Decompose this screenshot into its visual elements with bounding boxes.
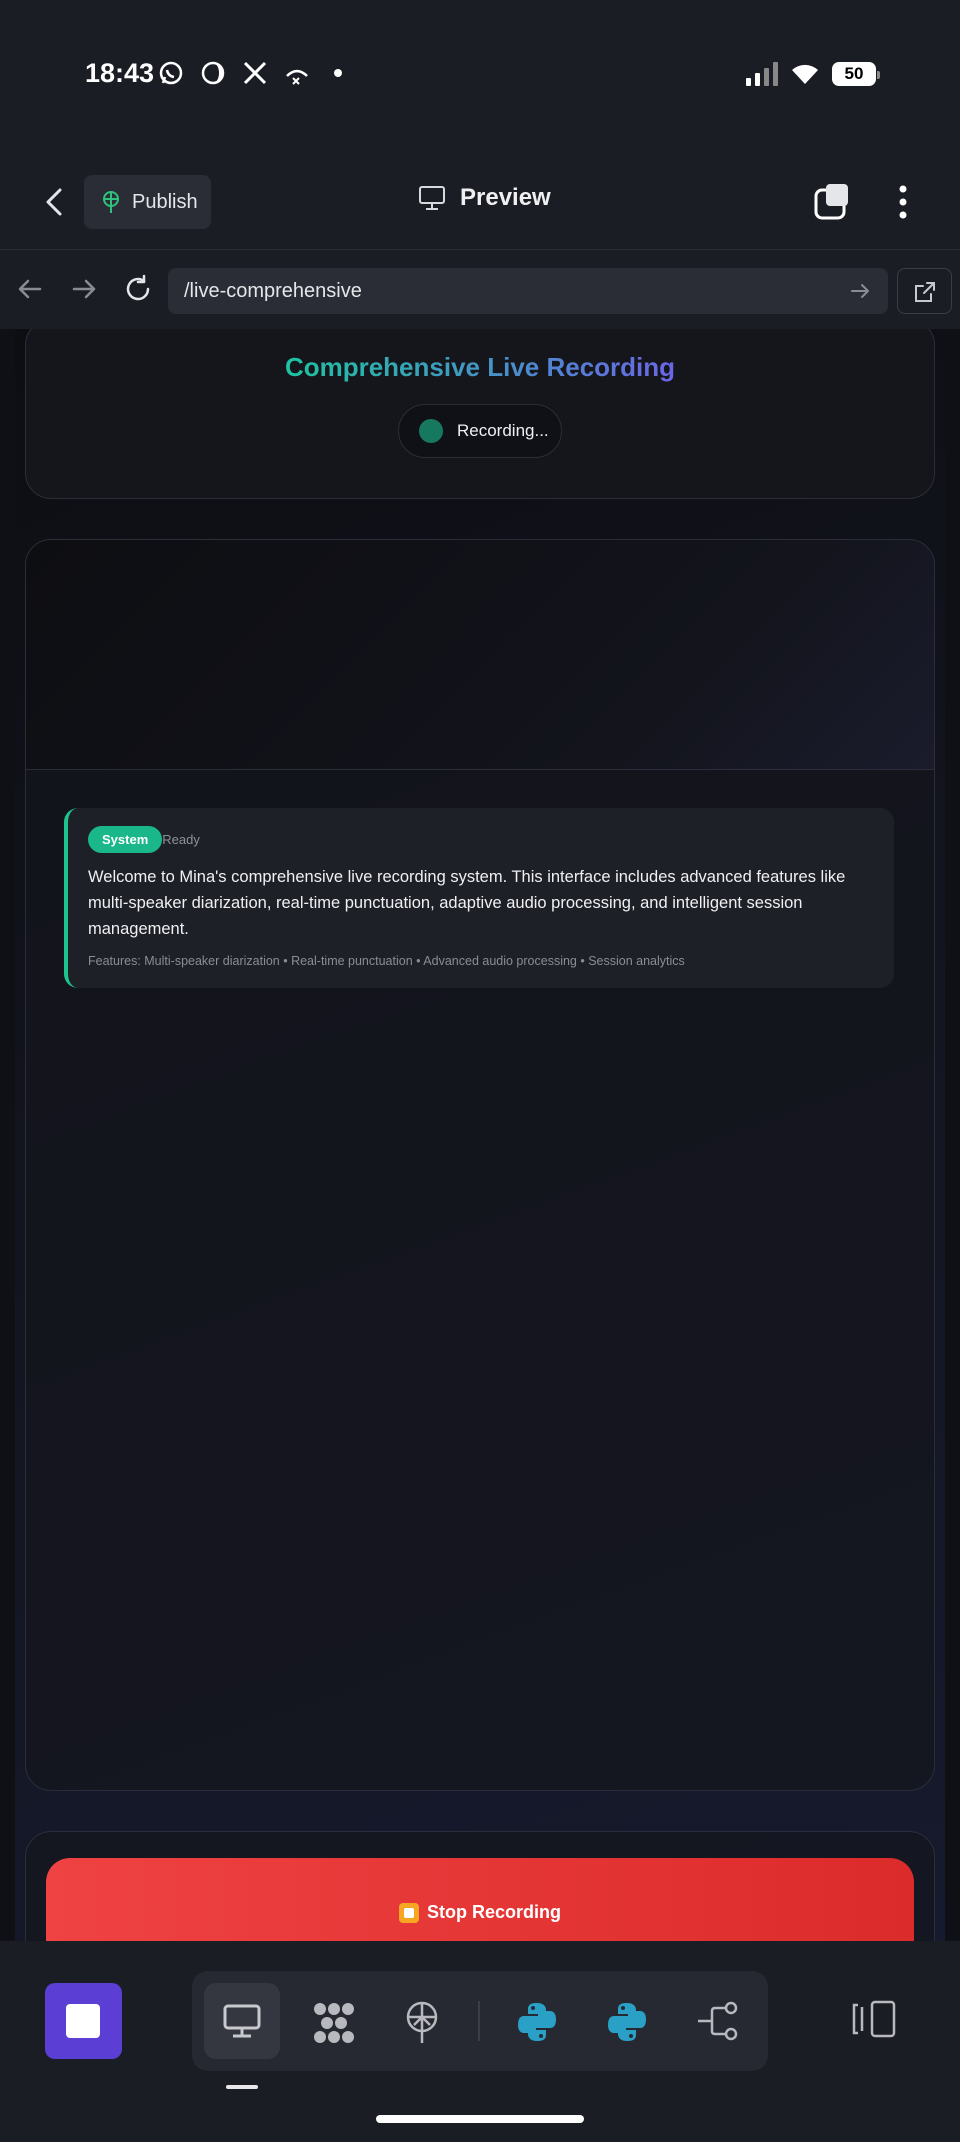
more-notifications-dot <box>334 69 342 77</box>
preview-title[interactable]: Preview <box>418 184 551 212</box>
moon-icon <box>201 61 225 85</box>
stop-icon <box>399 1902 419 1923</box>
whatsapp-icon <box>159 61 183 85</box>
deploy-icon <box>406 2001 438 2043</box>
message-status: Ready <box>162 832 200 847</box>
controls-card: Stop Recording <box>25 1831 935 1941</box>
app-header: Publish Preview <box>0 160 960 250</box>
open-external-button[interactable] <box>897 268 952 314</box>
message-header: System Ready <box>88 826 200 853</box>
transcript-card: System Ready Welcome to Mina's comprehen… <box>25 539 935 1791</box>
home-indicator <box>376 2115 584 2123</box>
audio-visualizer <box>26 540 934 770</box>
wifi-icon <box>792 64 818 84</box>
browser-back-icon[interactable] <box>14 273 46 305</box>
tool-deploy[interactable] <box>384 1983 460 2059</box>
header-card: Comprehensive Live Recording Recording..… <box>25 329 935 499</box>
recording-status-text: Recording... <box>457 421 549 440</box>
desktop-icon <box>223 2004 261 2038</box>
reload-icon[interactable] <box>122 273 154 305</box>
page-container: Comprehensive Live Recording Recording..… <box>15 329 945 1941</box>
recording-status-pill: Recording... <box>398 404 562 458</box>
x-icon <box>243 61 267 85</box>
status-right: 50 <box>746 62 880 86</box>
stop-square-icon <box>66 2004 100 2038</box>
tool-python-2[interactable] <box>588 1983 664 2059</box>
publish-button[interactable]: Publish <box>84 175 211 229</box>
signal-icon <box>746 62 778 86</box>
monitor-icon <box>419 186 445 210</box>
url-input[interactable]: /live-comprehensive <box>168 268 888 314</box>
go-arrow-icon[interactable] <box>848 279 872 303</box>
python-icon <box>518 2003 556 2041</box>
tabs-icon[interactable] <box>814 182 854 222</box>
tool-grid[interactable] <box>294 1983 370 2059</box>
publish-label: Publish <box>132 190 198 213</box>
web-preview[interactable]: Comprehensive Live Recording Recording..… <box>0 329 960 1941</box>
publish-icon <box>103 191 119 213</box>
notification-icons <box>158 60 342 86</box>
page-title: Comprehensive Live Recording <box>284 352 676 382</box>
call-icon <box>286 69 308 85</box>
browser-forward-icon[interactable] <box>68 273 100 305</box>
tool-separator <box>478 2001 480 2041</box>
grid-icon <box>314 2003 354 2043</box>
more-options-icon[interactable] <box>888 182 918 222</box>
system-badge: System <box>88 826 163 853</box>
bottom-dock <box>0 1941 960 2142</box>
back-icon[interactable] <box>36 182 76 222</box>
python-icon <box>608 2003 646 2041</box>
url-bar: /live-comprehensive <box>0 251 960 329</box>
tool-group <box>192 1971 768 2071</box>
active-tool-indicator <box>226 2085 258 2089</box>
preview-label: Preview <box>460 184 551 211</box>
external-link-icon <box>915 282 935 302</box>
url-text: /live-comprehensive <box>184 279 362 302</box>
message-features: Features: Multi-speaker diarization • Re… <box>88 954 685 968</box>
recording-indicator-dot <box>419 419 443 443</box>
battery-icon: 50 <box>832 62 880 86</box>
tool-desktop[interactable] <box>204 1983 280 2059</box>
stop-recording-label: Stop Recording <box>427 1902 561 1922</box>
status-bar: 18:43 50 <box>0 0 960 160</box>
stop-app-button[interactable] <box>45 1983 122 2059</box>
tool-git[interactable] <box>678 1983 754 2059</box>
system-message: System Ready Welcome to Mina's comprehen… <box>64 808 894 988</box>
status-time: 18:43 <box>85 58 155 88</box>
stop-recording-button[interactable]: Stop Recording <box>46 1858 914 1941</box>
tool-python-1[interactable] <box>498 1983 574 2059</box>
message-body: Welcome to Mina's comprehensive live rec… <box>88 868 846 938</box>
panel-toggle-icon[interactable] <box>852 1999 898 2039</box>
git-branch-icon <box>698 2001 738 2041</box>
